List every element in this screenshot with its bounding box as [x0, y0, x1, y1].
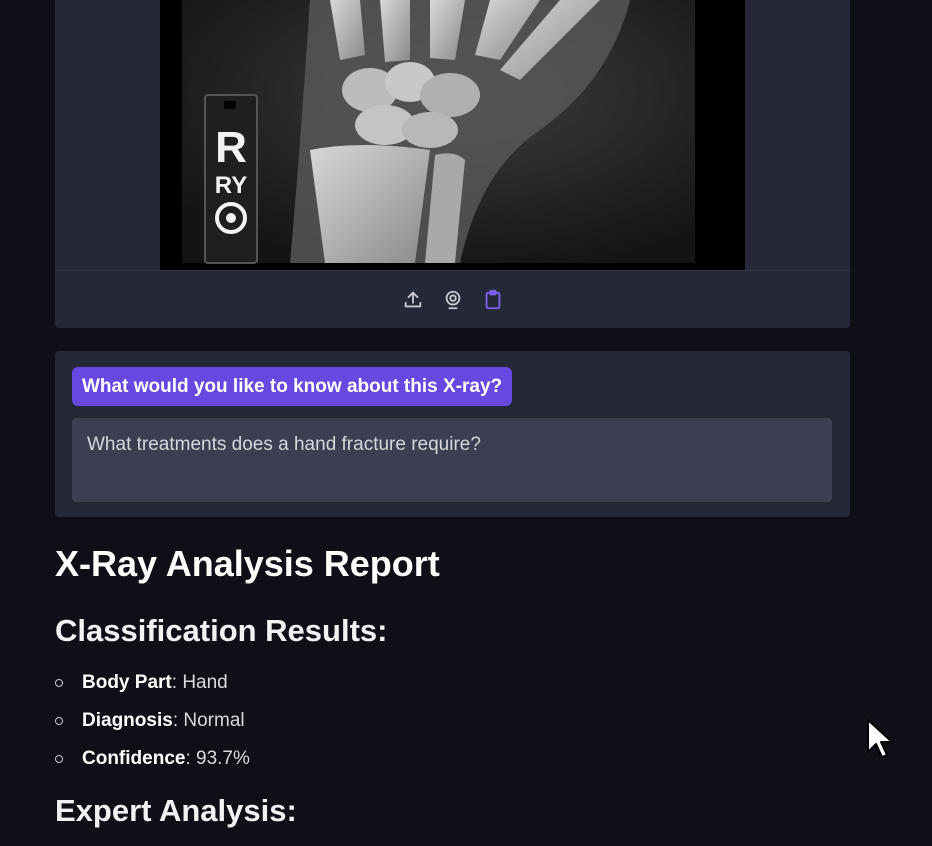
result-key: Body Part — [82, 672, 172, 693]
upload-button[interactable] — [401, 288, 425, 312]
result-value: 93.7% — [196, 748, 250, 769]
page: R RY What would you like to know about t… — [0, 0, 932, 846]
question-input[interactable]: What treatments does a hand fracture req… — [72, 418, 832, 502]
classification-results-list: Body Part: Hand Diagnosis: Normal Confid… — [55, 664, 250, 778]
result-key: Confidence — [82, 748, 186, 769]
bullet-icon — [55, 755, 63, 763]
classification-results-heading: Classification Results: — [55, 613, 388, 648]
mouse-cursor-icon — [867, 719, 893, 758]
result-key: Diagnosis — [82, 710, 173, 731]
image-toolbar — [55, 270, 850, 328]
webcam-button[interactable] — [441, 288, 465, 312]
upload-icon — [404, 291, 421, 307]
marker-letters-ry: RY — [215, 172, 247, 199]
expert-analysis-heading: Expert Analysis: — [55, 793, 297, 828]
result-diagnosis: Diagnosis: Normal — [55, 702, 250, 740]
result-value: Normal — [183, 710, 245, 731]
bullet-icon — [55, 679, 63, 687]
question-panel: What would you like to know about this X… — [55, 351, 850, 517]
image-panel: R RY — [55, 0, 850, 328]
clipboard-icon — [485, 289, 500, 309]
clipboard-button[interactable] — [481, 288, 505, 312]
marker-letter-r: R — [215, 123, 247, 172]
result-confidence: Confidence: 93.7% — [55, 740, 250, 778]
result-value: Hand — [182, 672, 228, 693]
report-title: X-Ray Analysis Report — [55, 543, 440, 584]
bullet-icon — [55, 717, 63, 725]
question-label: What would you like to know about this X… — [72, 367, 513, 406]
result-body-part: Body Part: Hand — [55, 664, 250, 702]
xray-image: R RY — [160, 0, 745, 270]
webcam-icon — [445, 290, 460, 309]
